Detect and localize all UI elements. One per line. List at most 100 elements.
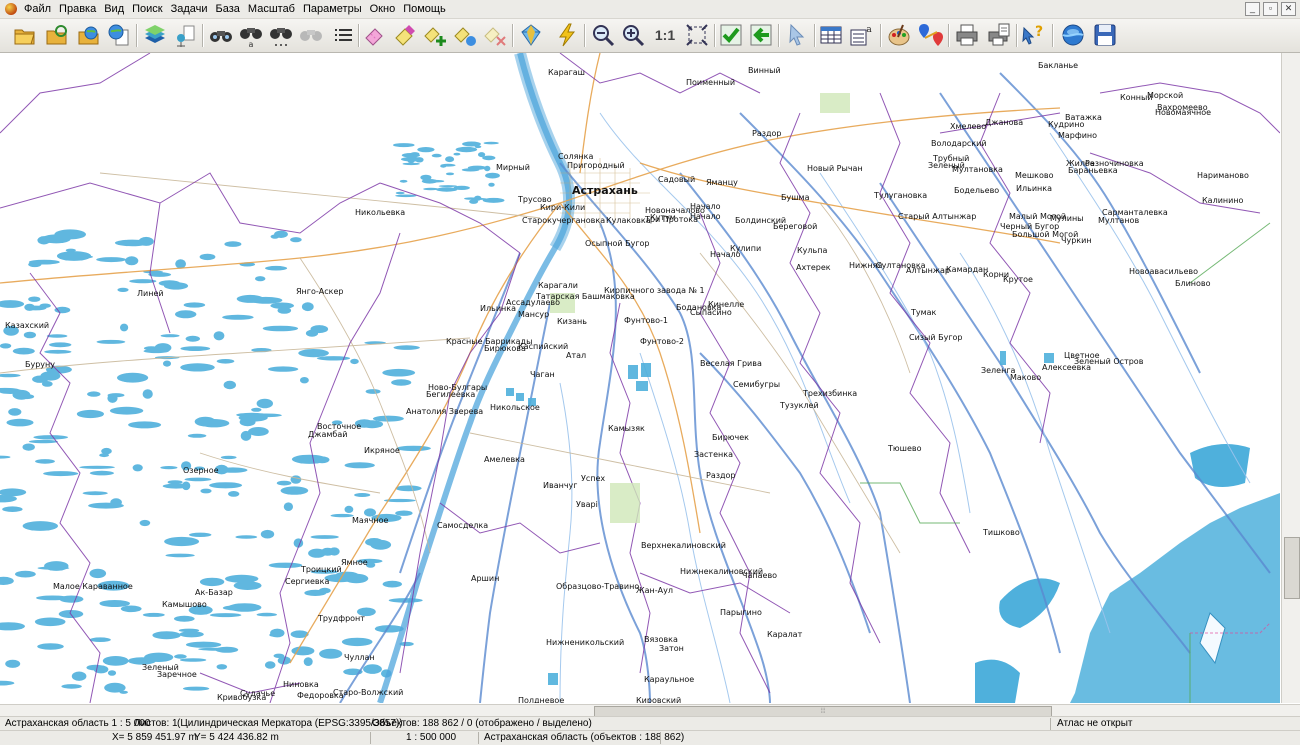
map-label[interactable]: Нариманово: [1197, 171, 1249, 180]
map-label[interactable]: Чапаево: [742, 571, 777, 580]
map-label[interactable]: Кудрино: [1048, 120, 1084, 129]
map-label[interactable]: Трехизбинка: [803, 389, 857, 398]
map-label[interactable]: Верхнекалиновский: [641, 541, 726, 550]
print-preview-icon[interactable]: [986, 22, 1012, 48]
map-label[interactable]: Раздор: [752, 129, 781, 138]
map-label[interactable]: Линей: [137, 289, 164, 298]
map-label[interactable]: Мешково: [1015, 171, 1053, 180]
map-label[interactable]: Казахский: [5, 321, 49, 330]
eraser-yellow-icon[interactable]: [392, 22, 418, 48]
vertical-scrollbar[interactable]: [1281, 53, 1300, 703]
map-label[interactable]: Начало: [710, 250, 741, 259]
map-label[interactable]: Тузуклей: [780, 401, 819, 410]
map-label[interactable]: Осыпной Бугор: [585, 239, 650, 248]
map-label[interactable]: Никольское: [490, 403, 540, 412]
menu-tasks[interactable]: Задачи: [169, 0, 214, 18]
map-label[interactable]: Володарский: [931, 139, 987, 148]
map-label[interactable]: Тишково: [983, 528, 1020, 537]
map-label[interactable]: Янго-Аскер: [296, 287, 343, 296]
map-label[interactable]: Кулаковка: [606, 216, 651, 225]
menu-database[interactable]: База: [214, 0, 246, 18]
map-label[interactable]: Яманцу: [706, 178, 738, 187]
map-label[interactable]: Мултанов: [1098, 216, 1139, 225]
restore-button[interactable]: ▫: [1263, 2, 1278, 16]
map-label[interactable]: Ахтерек: [796, 263, 831, 272]
gem-icon[interactable]: [518, 22, 544, 48]
map-label[interactable]: Алтынжар: [906, 266, 950, 275]
map-label[interactable]: Веселая Грива: [700, 359, 762, 368]
menu-help[interactable]: Помощь: [401, 0, 452, 18]
close-button[interactable]: ✕: [1281, 2, 1296, 16]
map-label[interactable]: Камызяк: [608, 424, 645, 433]
eraser-plus-icon[interactable]: [452, 22, 478, 48]
map-label[interactable]: Нижненикольский: [546, 638, 624, 647]
menu-file[interactable]: Файл: [22, 0, 57, 18]
map-label[interactable]: Пригородный: [567, 161, 625, 170]
menu-search[interactable]: Поиск: [130, 0, 168, 18]
back-arrow-icon[interactable]: [748, 22, 774, 48]
map-label[interactable]: Аршин: [471, 574, 499, 583]
eraser-delete-icon[interactable]: [482, 22, 508, 48]
map-label[interactable]: Солянка: [558, 152, 593, 161]
map-label[interactable]: Хмелево: [950, 122, 986, 131]
menu-window[interactable]: Окно: [368, 0, 402, 18]
map-label[interactable]: Каспийский: [518, 342, 568, 351]
map-label[interactable]: Алексеевка: [1042, 363, 1091, 372]
map-label[interactable]: Уварі: [576, 500, 598, 509]
minimize-button[interactable]: _: [1245, 2, 1260, 16]
map-label[interactable]: Жан-Аул: [636, 586, 673, 595]
map-label[interactable]: Вязовка: [644, 635, 678, 644]
map-label[interactable]: Поименный: [686, 78, 735, 87]
map-label[interactable]: Ильинка: [480, 304, 516, 313]
map-label[interactable]: Мирный: [496, 163, 530, 172]
open-folder-icon[interactable]: [12, 22, 38, 48]
map-label[interactable]: Береговой: [773, 222, 817, 231]
map-label[interactable]: Мансур: [518, 310, 549, 319]
map-label[interactable]: Тулугановка: [874, 191, 927, 200]
print-icon[interactable]: [954, 22, 980, 48]
map-label[interactable]: Малое Караванное: [53, 582, 133, 591]
map-label[interactable]: Парыгино: [720, 608, 762, 617]
map-label[interactable]: Озерное: [183, 466, 219, 475]
properties-icon[interactable]: a: [848, 22, 874, 48]
map-label[interactable]: Ямное: [341, 558, 368, 567]
map-label[interactable]: Кири-Кили: [540, 203, 585, 212]
map-label[interactable]: Маково: [1010, 373, 1041, 382]
map-label[interactable]: Заречное: [157, 670, 197, 679]
zoom-out-icon[interactable]: [590, 22, 616, 48]
map-label[interactable]: Калинино: [1202, 196, 1243, 205]
map-label[interactable]: Кульпа: [797, 246, 827, 255]
map-label[interactable]: Анатолия Зверева: [406, 407, 483, 416]
fit-window-icon[interactable]: [684, 22, 710, 48]
eraser-add-icon[interactable]: [422, 22, 448, 48]
binoculars-text-icon[interactable]: a: [238, 22, 264, 48]
map-label[interactable]: Тюшево: [888, 444, 921, 453]
map-label[interactable]: Бурунy: [25, 360, 55, 369]
map-label[interactable]: Старокучергановка: [522, 216, 605, 225]
map-label[interactable]: Семибугры: [733, 380, 780, 389]
map-label[interactable]: Судачье: [240, 689, 275, 698]
menu-parameters[interactable]: Параметры: [301, 0, 368, 18]
map-label[interactable]: Самосделка: [437, 521, 488, 530]
menu-edit[interactable]: Правка: [57, 0, 102, 18]
map-label[interactable]: Старый Алтынжар: [898, 212, 976, 221]
map-label[interactable]: Ильинка: [1016, 184, 1052, 193]
map-label[interactable]: Морской: [1147, 91, 1183, 100]
menu-view[interactable]: Вид: [102, 0, 130, 18]
eraser-pink-icon[interactable]: [362, 22, 388, 48]
layer-add-icon[interactable]: [172, 22, 198, 48]
vertical-scroll-thumb[interactable]: [1284, 537, 1300, 599]
map-label[interactable]: Бушма: [781, 193, 809, 202]
map-label[interactable]: Сизый Бугор: [909, 333, 963, 342]
map-label[interactable]: Карагаш: [548, 68, 585, 77]
map-label[interactable]: Фунтово-1: [624, 316, 668, 325]
map-label[interactable]: Застенка: [694, 450, 733, 459]
map-label[interactable]: Атал: [566, 351, 586, 360]
globe-icon[interactable]: [1060, 22, 1086, 48]
map-label[interactable]: Образцово-Травино: [556, 582, 639, 591]
menu-scale[interactable]: Масштаб: [246, 0, 301, 18]
map-label[interactable]: Бодельево: [954, 186, 999, 195]
map-label[interactable]: Затон: [659, 644, 684, 653]
map-label[interactable]: Мултановка: [952, 165, 1003, 174]
map-label[interactable]: Караульное: [644, 675, 694, 684]
